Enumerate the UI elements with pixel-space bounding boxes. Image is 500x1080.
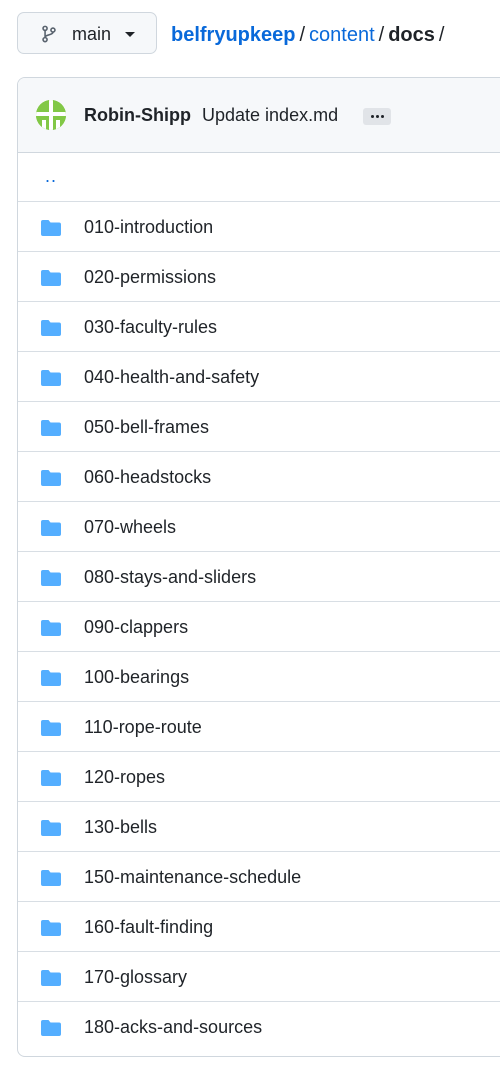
folder-row[interactable]: 010-introduction [18, 202, 500, 252]
folder-name-link[interactable]: 030-faculty-rules [84, 316, 217, 338]
folder-icon [41, 770, 61, 786]
folder-name-link[interactable]: 010-introduction [84, 216, 213, 238]
folder-name-link[interactable]: 060-headstocks [84, 466, 211, 488]
folder-icon [41, 720, 61, 736]
folder-name-link[interactable]: 100-bearings [84, 666, 189, 688]
folder-row[interactable]: 100-bearings [18, 652, 500, 702]
folder-name-link[interactable]: 020-permissions [84, 266, 216, 288]
folder-row[interactable]: 170-glossary [18, 952, 500, 1002]
folder-row[interactable]: 020-permissions [18, 252, 500, 302]
folder-row[interactable]: 030-faculty-rules [18, 302, 500, 352]
avatar[interactable] [36, 100, 66, 130]
folder-name-link[interactable]: 120-ropes [84, 766, 165, 788]
folder-name-link[interactable]: 090-clappers [84, 616, 188, 638]
parent-directory-row[interactable]: .. [18, 152, 500, 202]
folder-row[interactable]: 130-bells [18, 802, 500, 852]
folder-icon [41, 320, 61, 336]
folder-name-link[interactable]: 130-bells [84, 816, 157, 838]
folder-name-link[interactable]: 170-glossary [84, 966, 187, 988]
folder-name-link[interactable]: 050-bell-frames [84, 416, 209, 438]
branch-selector-button[interactable]: main [17, 12, 157, 54]
breadcrumb-separator: / [438, 24, 445, 46]
folder-icon [41, 270, 61, 286]
breadcrumb: belfryupkeep / content / docs / [171, 22, 448, 48]
commit-author-link[interactable]: Robin-Shipp [84, 104, 191, 126]
latest-commit-bar: Robin-Shipp Update index.md [18, 78, 500, 153]
dot [371, 115, 374, 118]
commit-details-toggle-button[interactable] [363, 108, 391, 125]
breadcrumb-separator: / [378, 24, 385, 46]
folder-row[interactable]: 040-health-and-safety [18, 352, 500, 402]
folder-icon [41, 670, 61, 686]
folder-row[interactable]: 160-fault-finding [18, 902, 500, 952]
folder-row[interactable]: 080-stays-and-sliders [18, 552, 500, 602]
breadcrumb-current-folder: docs [388, 24, 435, 46]
folder-icon [41, 570, 61, 586]
folder-name-link[interactable]: 070-wheels [84, 516, 176, 538]
identicon-icon [36, 100, 66, 130]
commit-message-link[interactable]: Update index.md [202, 104, 338, 126]
folder-name-link[interactable]: 080-stays-and-sliders [84, 566, 256, 588]
folder-icon [41, 820, 61, 836]
folder-icon [41, 870, 61, 886]
top-bar: main belfryupkeep / content / docs / [0, 0, 500, 68]
breadcrumb-separator: / [299, 24, 306, 46]
folder-icon [41, 970, 61, 986]
folder-icon [41, 370, 61, 386]
folder-icon [41, 1020, 61, 1036]
folder-row[interactable]: 090-clappers [18, 602, 500, 652]
folder-name-link[interactable]: 180-acks-and-sources [84, 1016, 262, 1038]
folder-icon [41, 420, 61, 436]
git-branch-icon [42, 25, 56, 43]
dot [376, 115, 379, 118]
folder-icon [41, 620, 61, 636]
dot [381, 115, 384, 118]
breadcrumb-repo-link[interactable]: belfryupkeep [171, 24, 295, 46]
folder-row[interactable]: 180-acks-and-sources [18, 1002, 500, 1052]
folder-name-link[interactable]: 160-fault-finding [84, 916, 213, 938]
folder-row[interactable]: 050-bell-frames [18, 402, 500, 452]
folder-row[interactable]: 110-rope-route [18, 702, 500, 752]
parent-directory-link[interactable]: .. [45, 166, 57, 187]
folder-icon [41, 470, 61, 486]
folder-icon [41, 920, 61, 936]
folder-row[interactable]: 060-headstocks [18, 452, 500, 502]
folder-name-link[interactable]: 150-maintenance-schedule [84, 866, 301, 888]
folder-name-link[interactable]: 040-health-and-safety [84, 366, 259, 388]
folder-name-link[interactable]: 110-rope-route [84, 716, 202, 738]
chevron-down-icon [125, 32, 135, 37]
folder-icon [41, 520, 61, 536]
file-list: Robin-Shipp Update index.md .. 010-introd… [17, 77, 500, 1057]
folder-row[interactable]: 070-wheels [18, 502, 500, 552]
folder-row[interactable]: 120-ropes [18, 752, 500, 802]
folder-row[interactable]: 150-maintenance-schedule [18, 852, 500, 902]
branch-label: main [72, 24, 112, 44]
breadcrumb-content-link[interactable]: content [309, 24, 375, 46]
folder-icon [41, 220, 61, 236]
